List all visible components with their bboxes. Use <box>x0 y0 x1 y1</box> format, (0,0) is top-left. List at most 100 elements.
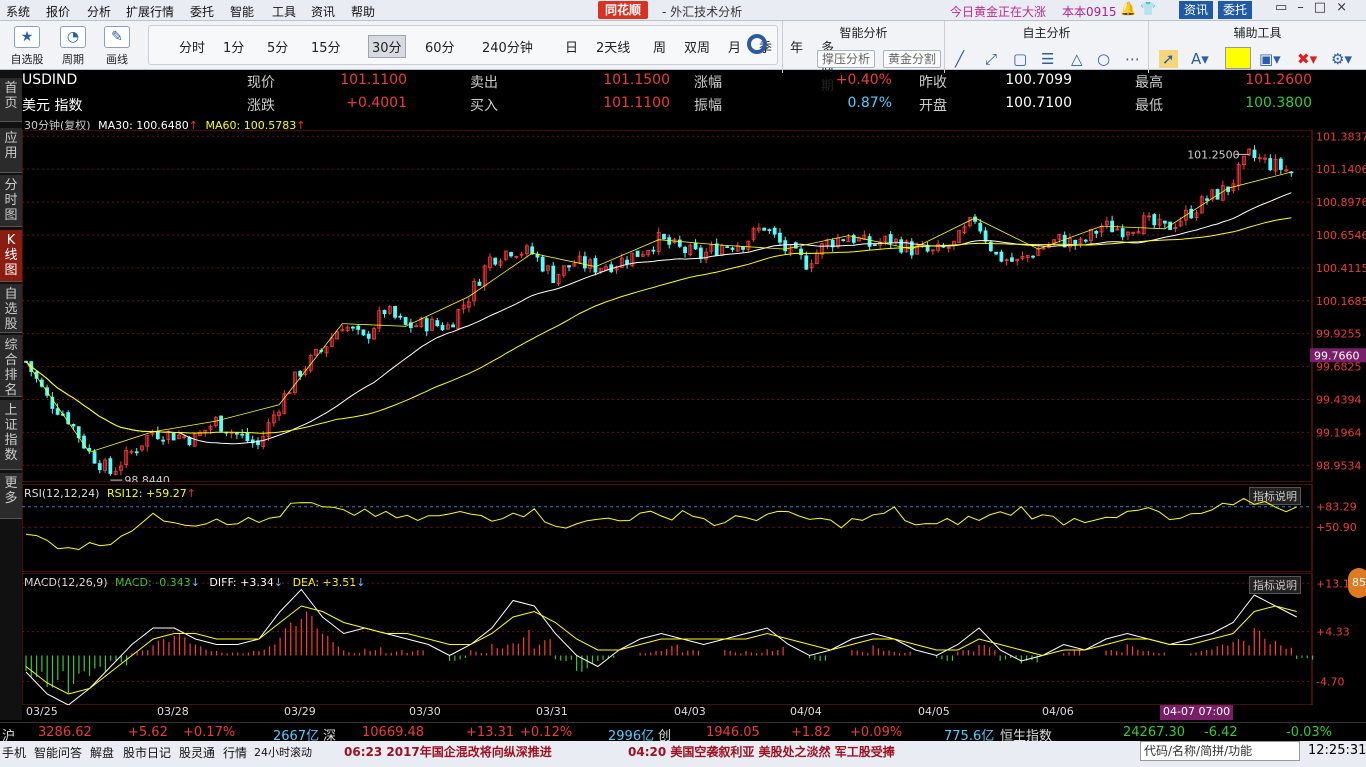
candle-body <box>683 246 687 254</box>
candle-body <box>1120 228 1125 238</box>
news-button[interactable]: 资讯 <box>1179 1 1214 19</box>
period-8[interactable]: 2天线 <box>596 37 630 56</box>
more-tools-icon[interactable]: ⋯ <box>1125 50 1140 68</box>
side-nav-1[interactable]: 应用 <box>0 128 22 173</box>
circle-tool-icon[interactable]: ○ <box>1097 50 1110 68</box>
menu-smart[interactable]: 智能 <box>230 3 254 20</box>
candle-body <box>398 315 403 318</box>
headline-marquee[interactable]: 今日黄金正在大涨 <box>950 3 1046 20</box>
aux-tools-panel: 辅助工具 ➚ A▾ ▣▾ ✖▾ ⚙▾ <box>1148 21 1366 73</box>
order-button[interactable]: 委托 <box>1218 1 1253 19</box>
high-annotation: 101.2500 <box>1187 148 1240 161</box>
candle-body <box>741 246 745 250</box>
side-nav-7[interactable]: 更多 <box>0 473 22 519</box>
text-tool-icon[interactable]: A▾ <box>1191 50 1209 68</box>
y-tick-9: 99.1964 <box>1316 426 1362 439</box>
quote-l2-2: 买入 <box>470 98 498 114</box>
status-24h[interactable]: 24小时滚动 <box>254 744 312 760</box>
kline-chart[interactable]: 101.3837 101.1406 100.8976 100.6546 100.4115… <box>22 130 1366 482</box>
candle-body <box>567 265 571 268</box>
window-controls-icon[interactable]: ▭–□× <box>1275 0 1357 15</box>
side-nav-4[interactable]: 自选股 <box>0 284 22 333</box>
candle-body <box>983 230 988 242</box>
menu-quote[interactable]: 报价 <box>46 3 70 20</box>
cycle-button[interactable]: ◔ 周期 <box>52 24 94 67</box>
menu-analysis[interactable]: 分析 <box>87 3 111 20</box>
news-item-1[interactable]: 06:23 2017年国企混改将向纵深推进 <box>344 743 552 760</box>
candle-body <box>677 239 682 247</box>
user-label[interactable]: 本本0915 <box>1062 3 1117 20</box>
menu-system[interactable]: 系统 <box>6 3 30 20</box>
bell-icon[interactable]: 🔔 👕 <box>1120 2 1157 17</box>
menu-extended-quote[interactable]: 扩展行情 <box>126 3 174 20</box>
rsi-chart[interactable]: +83.29 +50.90 <box>22 484 1366 572</box>
quote-l1-4: 涨幅 <box>694 75 722 91</box>
period-7[interactable]: 日 <box>565 37 578 56</box>
period-3[interactable]: 15分 <box>311 37 341 56</box>
period-11[interactable]: 月 <box>728 37 741 56</box>
news-item-2[interactable]: 04:20 美国空袭叙利亚 美股处之淡然 军工股受捧 <box>628 743 895 760</box>
quote-l1-5: +0.40% <box>835 72 892 88</box>
draw-line-button[interactable]: ✎ 画线 <box>96 24 138 67</box>
side-nav-0[interactable]: 首页 <box>0 78 22 122</box>
channel-tool-icon[interactable]: ☰ <box>1041 50 1054 68</box>
status-gulingtong[interactable]: 股灵通 <box>179 744 215 761</box>
status-mobile[interactable]: 手机 <box>2 744 26 761</box>
search-input[interactable]: 代码/名称/简拼/功能 <box>1140 741 1300 761</box>
menu-order[interactable]: 委托 <box>190 3 214 20</box>
candle-body <box>551 265 556 284</box>
quote-l2-3: 101.1100 <box>603 95 670 111</box>
period-0[interactable]: 分时 <box>179 37 205 56</box>
quote-l2-9: 100.3800 <box>1245 95 1312 111</box>
x-tick-1: 03/28 <box>157 705 189 718</box>
quote-l1-2: 卖出 <box>470 75 498 91</box>
save-icon[interactable]: ▣▾ <box>1259 50 1281 68</box>
period-settings-icon[interactable] <box>747 34 767 54</box>
line-tool-icon[interactable]: ╱ <box>955 50 964 68</box>
settings-icon[interactable]: ⚙▾ <box>1331 50 1352 68</box>
status-analysis[interactable]: 解盘 <box>90 744 114 761</box>
status-quote[interactable]: 行情 <box>223 744 247 761</box>
rsi-frame <box>22 484 1313 572</box>
period-4[interactable]: 30分 <box>368 35 406 58</box>
period-9[interactable]: 周 <box>653 37 666 56</box>
menu-help[interactable]: 帮助 <box>351 3 375 20</box>
period-1[interactable]: 1分 <box>223 37 244 56</box>
golden-section-button[interactable]: 黄金分割 <box>883 50 942 68</box>
candle-body <box>841 239 846 242</box>
color-picker-icon[interactable] <box>1225 47 1251 69</box>
candle-body <box>1083 239 1088 242</box>
support-resistance-button[interactable]: 撑压分析 <box>817 50 876 68</box>
period-6[interactable]: 240分钟 <box>482 37 533 56</box>
status-diary[interactable]: 股市日记 <box>123 744 171 761</box>
self-analysis-panel: 自主分析 ╱ ⤢ ▢ ☰ △ ○ ⋯ <box>944 21 1148 73</box>
smart-analysis-panel: 智能分析 撑压分析 黄金分割 <box>782 21 944 73</box>
side-nav-3[interactable]: K线图 <box>0 230 22 282</box>
menu-news[interactable]: 资讯 <box>311 3 335 20</box>
cursor-icon[interactable]: ➚ <box>1159 50 1178 68</box>
period-10[interactable]: 双周 <box>684 37 710 56</box>
y-tick-2: 100.8976 <box>1316 196 1366 209</box>
period-2[interactable]: 5分 <box>267 37 288 56</box>
candle-body <box>171 432 176 441</box>
candle-body <box>493 257 498 265</box>
period-5[interactable]: 60分 <box>425 37 455 56</box>
candle-body <box>424 318 429 332</box>
triangle-tool-icon[interactable]: △ <box>1071 50 1083 68</box>
status-qa[interactable]: 智能问答 <box>34 744 82 761</box>
x-tick-5: 04/03 <box>674 705 706 718</box>
macd-level-1: +4.33 <box>1316 626 1350 639</box>
side-nav-6[interactable]: 上证指数 <box>0 400 22 470</box>
menu-tools[interactable]: 工具 <box>272 3 296 20</box>
delete-icon[interactable]: ✖▾ <box>1297 50 1317 68</box>
side-nav-5[interactable]: 综合排名 <box>0 335 22 398</box>
candle-body <box>714 243 719 256</box>
watchlist-button[interactable]: ★ 自选股 <box>6 24 48 67</box>
candle-body <box>662 233 666 240</box>
side-nav-2[interactable]: 分时图 <box>0 175 22 227</box>
arrow-tool-icon[interactable]: ⤢ <box>985 50 997 68</box>
rect-tool-icon[interactable]: ▢ <box>1013 50 1027 68</box>
macd-chart[interactable]: +13.13+4.33-4.70 <box>22 573 1366 705</box>
x-tick-8: 04/06 <box>1042 705 1074 718</box>
notification-badge[interactable]: 85 <box>1348 568 1366 598</box>
